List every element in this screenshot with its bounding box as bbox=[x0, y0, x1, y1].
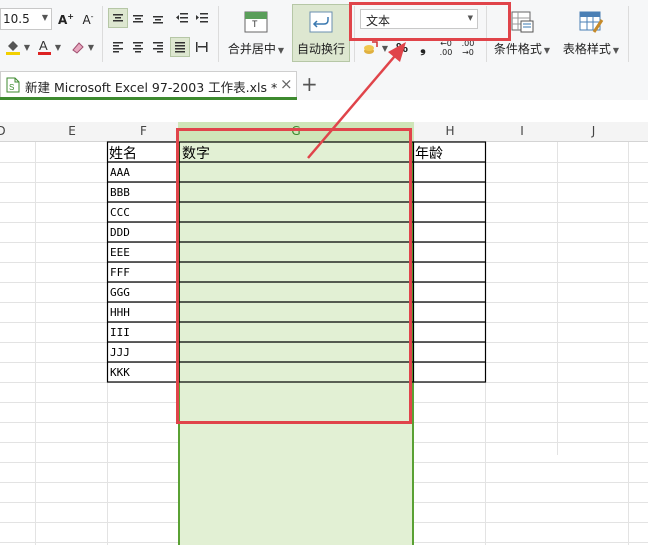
chevron-down-icon: ▼ bbox=[543, 45, 551, 55]
increase-decimal-icon: ←0.00 bbox=[439, 39, 453, 57]
comma-style-icon: ❟ bbox=[420, 40, 426, 56]
table-style-icon bbox=[579, 11, 604, 33]
justify-button[interactable] bbox=[170, 37, 190, 57]
align-middle-icon bbox=[133, 15, 143, 23]
align-top-button[interactable] bbox=[108, 8, 128, 28]
justify-icon bbox=[175, 42, 185, 53]
cell-name[interactable]: EEE bbox=[110, 246, 130, 259]
align-middle-button[interactable] bbox=[128, 8, 148, 28]
fill-color-button[interactable]: ▼ bbox=[2, 36, 32, 58]
align-right-icon bbox=[153, 42, 163, 53]
svg-text:S: S bbox=[9, 83, 14, 92]
align-top-icon bbox=[113, 14, 123, 22]
chevron-down-icon: ▼ bbox=[54, 42, 62, 52]
cell-name[interactable]: AAA bbox=[110, 166, 130, 179]
file-tab-title: 新建 Microsoft Excel 97-2003 工作表.xls * bbox=[25, 80, 278, 95]
decrease-decimal-icon: .00 →0 bbox=[461, 39, 475, 57]
align-center-button[interactable] bbox=[128, 37, 148, 57]
align-bottom-icon bbox=[153, 16, 163, 24]
cell-name[interactable]: HHH bbox=[110, 306, 130, 319]
font-shrink-icon: A- bbox=[82, 11, 94, 27]
align-center-icon bbox=[133, 42, 143, 53]
font-color-icon: A bbox=[37, 38, 51, 55]
annotation-arrow bbox=[307, 42, 406, 159]
cell-name[interactable]: GGG bbox=[110, 286, 130, 299]
annotation-box-column-g bbox=[176, 128, 412, 424]
cell-name[interactable]: CCC bbox=[110, 206, 130, 219]
font-color-button[interactable]: A ▼ bbox=[34, 36, 64, 58]
chevron-down-icon: ▼ bbox=[41, 13, 48, 22]
file-tab[interactable]: S 新建 Microsoft Excel 97-2003 工作表.xls * × bbox=[0, 71, 297, 97]
align-bottom-button[interactable] bbox=[148, 8, 168, 28]
cell-name[interactable]: BBB bbox=[110, 186, 130, 199]
indent-icon bbox=[196, 13, 208, 23]
outdent-icon bbox=[176, 13, 188, 23]
decrease-font-button[interactable]: A- bbox=[78, 8, 98, 30]
conditional-format-icon bbox=[511, 11, 534, 32]
cell-name[interactable]: JJJ bbox=[110, 346, 130, 359]
font-size-select[interactable]: 10.5 ▼ bbox=[0, 8, 52, 30]
clear-format-button[interactable]: ▼ bbox=[68, 36, 96, 58]
table-style-label: 表格样式 bbox=[562, 41, 611, 56]
svg-text:T: T bbox=[252, 19, 258, 29]
chevron-down-icon: ▼ bbox=[612, 45, 620, 55]
align-right-button[interactable] bbox=[148, 37, 168, 57]
paint-bucket-icon bbox=[5, 41, 20, 55]
distribute-icon bbox=[196, 42, 208, 52]
chevron-down-icon: ▼ bbox=[23, 42, 31, 52]
font-size-value: 10.5 bbox=[3, 12, 30, 26]
cell-name[interactable]: III bbox=[110, 326, 130, 339]
cell-name[interactable]: KKK bbox=[110, 366, 130, 379]
cell-name[interactable]: DDD bbox=[110, 226, 130, 239]
merge-cells-icon: T bbox=[244, 11, 268, 32]
distribute-button[interactable] bbox=[192, 37, 212, 57]
cell-name[interactable]: FFF bbox=[110, 266, 130, 279]
excel-file-icon: S bbox=[6, 77, 20, 93]
font-grow-icon: A+ bbox=[58, 11, 74, 27]
align-left-button[interactable] bbox=[108, 37, 128, 57]
chevron-down-icon: ▼ bbox=[87, 42, 95, 52]
cell-header-name[interactable]: 姓名 bbox=[109, 143, 137, 163]
decrease-indent-button[interactable] bbox=[172, 8, 192, 28]
merge-center-label: 合并居中 bbox=[227, 41, 276, 56]
conditional-format-label: 条件格式 bbox=[493, 41, 542, 56]
eraser-icon bbox=[72, 42, 84, 54]
close-icon[interactable]: × bbox=[280, 75, 293, 93]
table-style-button[interactable]: 表格样式 ▼ bbox=[558, 4, 624, 62]
merge-center-button[interactable]: T 合并居中 ▼ bbox=[224, 4, 288, 62]
align-left-icon bbox=[113, 42, 123, 53]
chevron-down-icon: ▼ bbox=[277, 45, 285, 55]
increase-font-button[interactable]: A+ bbox=[56, 8, 76, 30]
increase-indent-button[interactable] bbox=[192, 8, 212, 28]
svg-text:A: A bbox=[39, 38, 48, 53]
